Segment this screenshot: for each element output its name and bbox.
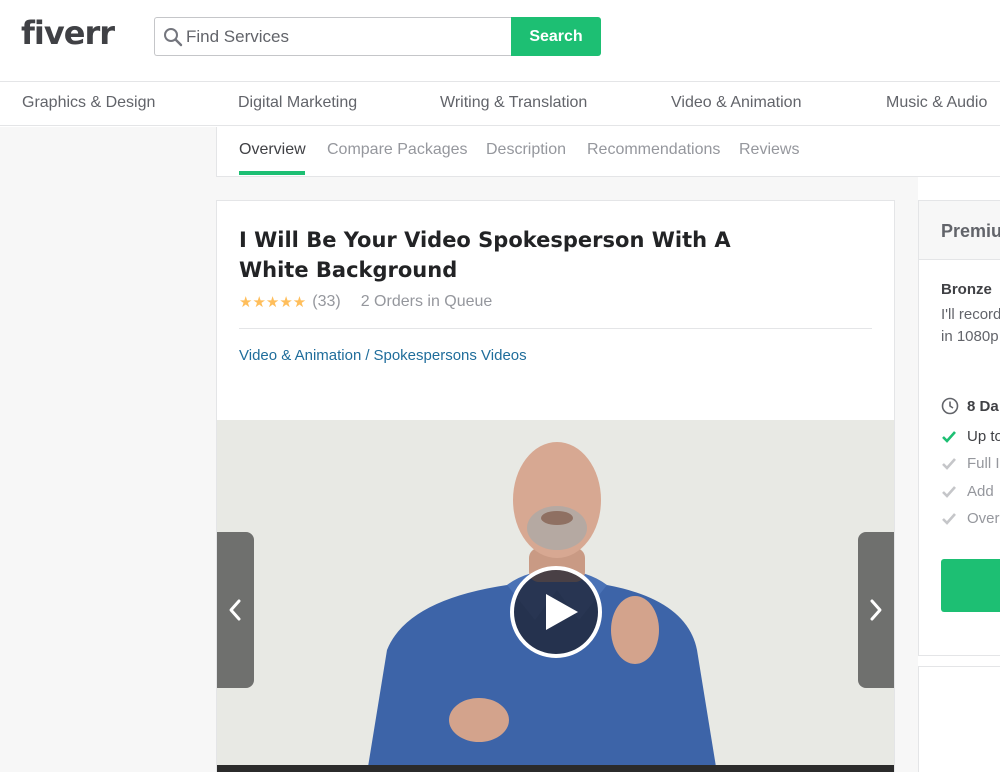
- page-background-gap: [216, 177, 918, 200]
- feature-item: Add: [941, 483, 994, 500]
- breadcrumb-separator: /: [365, 347, 370, 364]
- check-icon: [942, 457, 956, 470]
- site-header: fiverr Search: [0, 0, 1000, 82]
- delivery-time: 8 Da: [941, 397, 999, 415]
- chevron-right-icon: [870, 599, 882, 621]
- feature-item: Full I: [941, 455, 1000, 472]
- search-icon: [164, 28, 183, 47]
- play-icon: [546, 594, 578, 630]
- check-icon: [942, 430, 956, 443]
- search-box[interactable]: [154, 17, 512, 56]
- rating-count[interactable]: (33): [312, 293, 340, 311]
- package-panel: Premiu Bronze I'll record in 1080p 8 Da …: [918, 200, 1000, 656]
- active-tab-indicator: [239, 171, 305, 175]
- category-video-animation[interactable]: Video & Animation: [671, 94, 801, 112]
- category-digital-marketing[interactable]: Digital Marketing: [238, 94, 357, 112]
- page-background-left: [0, 127, 216, 772]
- continue-button[interactable]: [941, 559, 1000, 612]
- orders-in-queue: 2 Orders in Queue: [360, 293, 493, 310]
- previous-slide-button[interactable]: [217, 532, 254, 688]
- star-rating-icons: ★★★★★: [239, 294, 307, 311]
- chevron-left-icon: [229, 599, 241, 621]
- breadcrumb-subcategory[interactable]: Spokespersons Videos: [373, 347, 526, 364]
- feature-label: Full I: [967, 455, 1000, 472]
- category-music-audio[interactable]: Music & Audio: [886, 94, 987, 112]
- package-description-line-2: in 1080p: [941, 328, 999, 345]
- tab-reviews[interactable]: Reviews: [739, 141, 799, 159]
- video-control-bar[interactable]: [217, 765, 894, 772]
- tab-overview[interactable]: Overview: [239, 141, 306, 159]
- package-name: Bronze: [941, 281, 992, 298]
- play-button[interactable]: [510, 566, 602, 658]
- category-writing-translation[interactable]: Writing & Translation: [440, 94, 587, 112]
- feature-label: Over: [967, 510, 1000, 527]
- tab-premium-package[interactable]: Premiu: [941, 221, 1000, 242]
- tab-compare-packages[interactable]: Compare Packages: [327, 141, 468, 159]
- fiverr-logo[interactable]: fiverr: [21, 14, 115, 52]
- breadcrumb: Video & Animation / Spokespersons Videos: [239, 347, 527, 364]
- breadcrumb-category[interactable]: Video & Animation: [239, 347, 361, 364]
- search-button[interactable]: Search: [511, 17, 601, 56]
- feature-item: Over: [941, 510, 1000, 527]
- gig-video-player[interactable]: [217, 420, 894, 772]
- package-description-line-1: I'll record: [941, 306, 1000, 323]
- tab-description[interactable]: Description: [486, 141, 566, 159]
- clock-icon: [941, 397, 959, 415]
- package-tabs: Premiu: [919, 201, 1000, 260]
- gig-title: I Will Be Your Video Spokesperson With A…: [239, 228, 731, 282]
- package-description: I'll record in 1080p: [941, 304, 1000, 348]
- divider: [239, 328, 872, 329]
- feature-item: Up to: [941, 428, 1000, 445]
- category-graphics-design[interactable]: Graphics & Design: [22, 94, 155, 112]
- page-background-right: [895, 177, 918, 772]
- category-nav: Graphics & Design Digital Marketing Writ…: [0, 82, 1000, 126]
- feature-label: Add: [967, 483, 994, 500]
- check-icon: [942, 512, 956, 525]
- rating-row: ★★★★★ (33) 2 Orders in Queue: [239, 292, 492, 312]
- gig-tabs: Overview Compare Packages Description Re…: [216, 127, 1000, 177]
- next-slide-button[interactable]: [858, 532, 894, 688]
- feature-label: Up to: [967, 428, 1000, 445]
- check-icon: [942, 485, 956, 498]
- delivery-days: 8 Da: [967, 397, 999, 415]
- contact-seller-panel: [918, 666, 1000, 772]
- gig-overview-card: I Will Be Your Video Spokesperson With A…: [216, 200, 895, 772]
- search-input[interactable]: [186, 18, 506, 55]
- tab-recommendations[interactable]: Recommendations: [587, 141, 720, 159]
